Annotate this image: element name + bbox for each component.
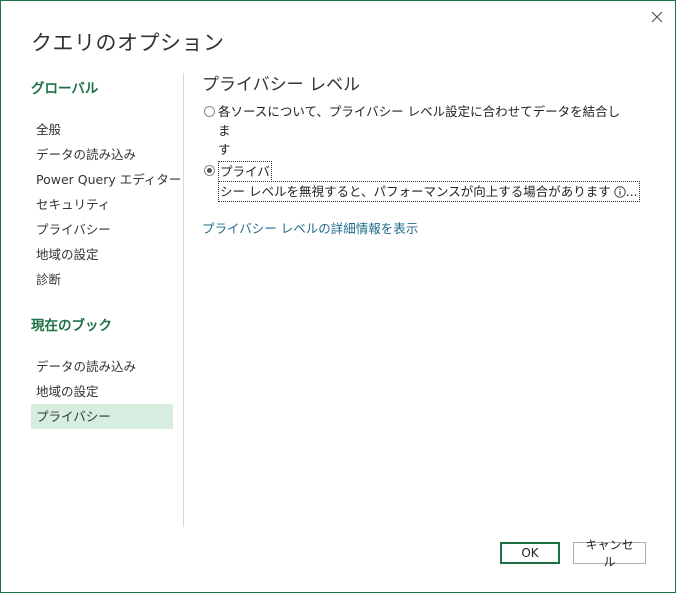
info-icon[interactable] [614, 186, 626, 198]
query-options-dialog: クエリのオプション グローバル 全般 データの読み込み Power Query … [0, 0, 676, 593]
radio-ignore-privacy[interactable] [204, 165, 215, 176]
option-combine-line1: 各ソースについて、プライバシー レベル設定に合わせてデータを結合しま [218, 104, 621, 138]
sidebar-item-privacy[interactable]: プライバシー [31, 217, 173, 242]
privacy-content: プライバシー レベル 各ソースについて、プライバシー レベル設定に合わせてデータ… [202, 73, 642, 237]
close-button[interactable] [645, 5, 669, 29]
cancel-button[interactable]: キャンセル [573, 538, 646, 569]
dialog-title: クエリのオプション [31, 31, 225, 55]
sidebar: グローバル 全般 データの読み込み Power Query エディター セキュリ… [31, 77, 181, 429]
sidebar-item-workbook-data-load[interactable]: データの読み込み [31, 354, 173, 379]
privacy-learn-more-link[interactable]: プライバシー レベルの詳細情報を表示 [202, 218, 418, 237]
sidebar-heading-global: グローバル [31, 81, 99, 97]
sidebar-item-general[interactable]: 全般 [31, 117, 173, 142]
content-title: プライバシー レベル [202, 75, 361, 95]
option-ignore-trailing: ... [625, 184, 638, 199]
option-ignore-line2: シー レベルを無視すると、パフォーマンスが向上する場合があります [220, 184, 611, 199]
sidebar-item-workbook-privacy[interactable]: プライバシー [31, 404, 173, 429]
sidebar-item-diagnostics[interactable]: 診断 [31, 267, 173, 292]
panel-divider [183, 73, 184, 527]
sidebar-item-security[interactable]: セキュリティ [31, 192, 173, 217]
option-ignore-line1: プライバ [218, 161, 272, 182]
sidebar-item-regional-settings[interactable]: 地域の設定 [31, 242, 173, 267]
option-combine-by-privacy[interactable]: 各ソースについて、プライバシー レベル設定に合わせてデータを結合しま す [202, 102, 628, 159]
sidebar-item-workbook-regional-settings[interactable]: 地域の設定 [31, 379, 173, 404]
ok-button[interactable]: OK [500, 542, 560, 564]
option-ignore-focus: シー レベルを無視すると、パフォーマンスが向上する場合があります ... [218, 181, 640, 202]
sidebar-item-power-query-editor[interactable]: Power Query エディター [31, 167, 181, 192]
close-icon [651, 11, 663, 23]
option-combine-line2: す [218, 142, 231, 157]
sidebar-heading-current-workbook: 現在のブック [31, 318, 112, 334]
option-ignore-privacy[interactable]: プライバ シー レベルを無視すると、パフォーマンスが向上する場合があります ..… [202, 161, 642, 202]
radio-combine-by-privacy[interactable] [204, 106, 215, 117]
sidebar-item-data-load[interactable]: データの読み込み [31, 142, 173, 167]
